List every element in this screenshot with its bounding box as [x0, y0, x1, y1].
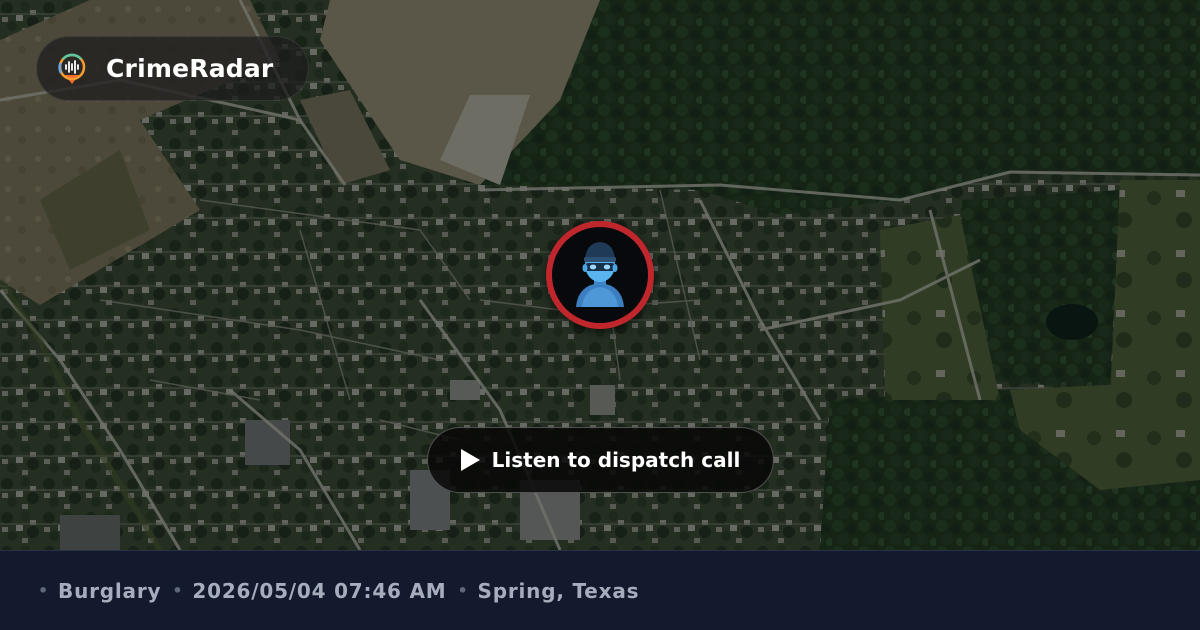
share-card: CrimeRadar Listen to dispatch call • Bur… [0, 0, 1200, 630]
incident-info-bar: • Burglary • 2026/05/04 07:46 AM • Sprin… [0, 550, 1200, 630]
bullet-separator: • [38, 581, 50, 600]
incident-datetime: 2026/05/04 07:46 AM [192, 578, 447, 603]
listen-dispatch-label: Listen to dispatch call [491, 448, 741, 472]
listen-dispatch-button[interactable]: Listen to dispatch call [427, 427, 774, 493]
incident-location: Spring, Texas [477, 578, 640, 603]
bullet-separator: • [457, 581, 469, 600]
bullet-separator: • [172, 581, 184, 600]
play-icon [460, 449, 480, 471]
burglar-icon [576, 242, 624, 307]
incident-marker[interactable] [546, 221, 654, 329]
radar-pin-icon [58, 53, 86, 84]
brand-name: CrimeRadar [106, 54, 274, 83]
brand-badge[interactable]: CrimeRadar [36, 36, 309, 101]
incident-type: Burglary [58, 578, 162, 603]
